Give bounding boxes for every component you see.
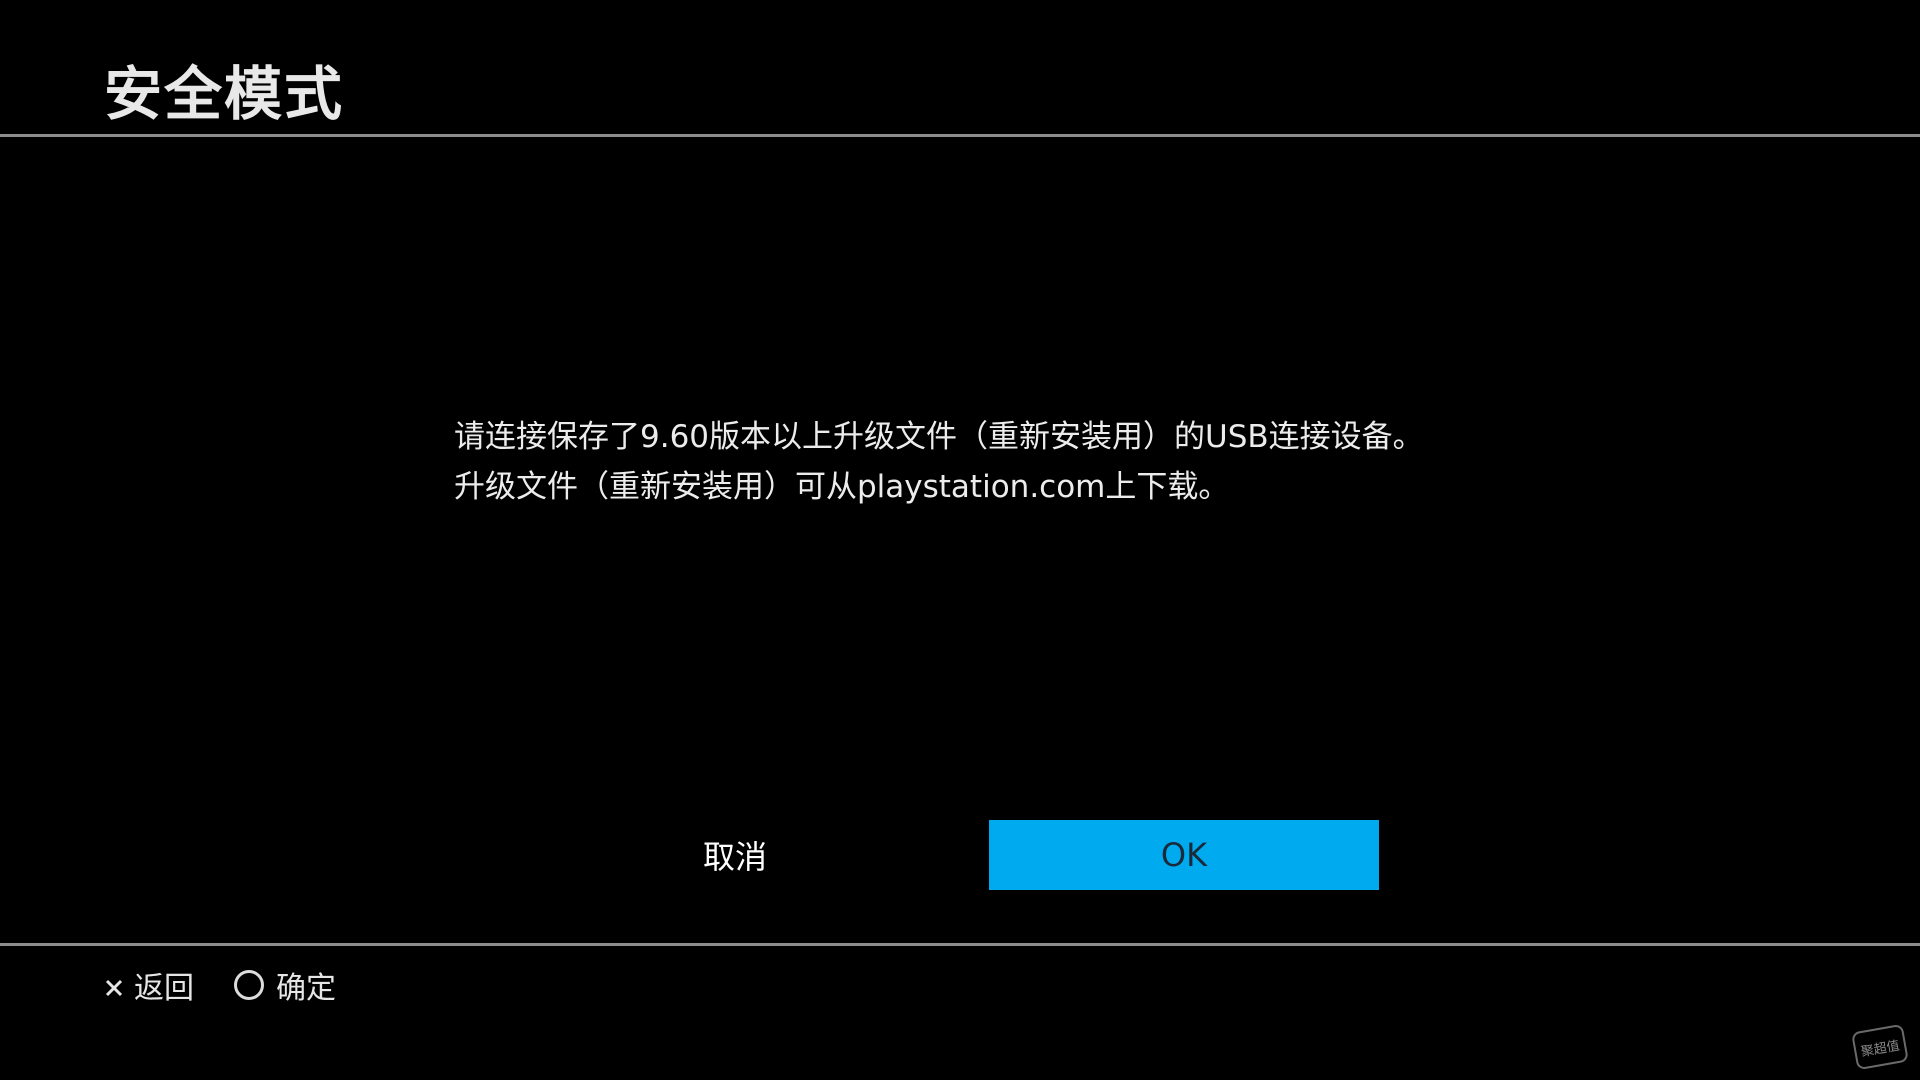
- safe-mode-screen: 安全模式 请连接保存了9.60版本以上升级文件（重新安装用）的USB连接设备。 …: [0, 0, 1920, 1080]
- back-hint[interactable]: 返回: [102, 963, 194, 1007]
- confirm-label: 确定: [276, 971, 336, 1006]
- circle-icon: [234, 970, 264, 1000]
- header-divider: [0, 134, 1920, 137]
- dialog-message: 请连接保存了9.60版本以上升级文件（重新安装用）的USB连接设备。 升级文件（…: [454, 412, 1554, 512]
- button-hints: 返回 确定: [102, 960, 376, 1010]
- back-label: 返回: [134, 971, 194, 1006]
- message-line-2: 升级文件（重新安装用）可从playstation.com上下载。: [454, 469, 1230, 505]
- cross-icon: [102, 973, 126, 997]
- message-line-1: 请连接保存了9.60版本以上升级文件（重新安装用）的USB连接设备。: [454, 419, 1424, 455]
- cancel-button[interactable]: 取消: [640, 820, 830, 890]
- confirm-hint[interactable]: 确定: [234, 963, 336, 1007]
- footer-divider: [0, 943, 1920, 946]
- ok-button[interactable]: OK: [989, 820, 1379, 890]
- page-title: 安全模式: [104, 60, 345, 128]
- watermark-logo: 聚超值: [1851, 1023, 1909, 1071]
